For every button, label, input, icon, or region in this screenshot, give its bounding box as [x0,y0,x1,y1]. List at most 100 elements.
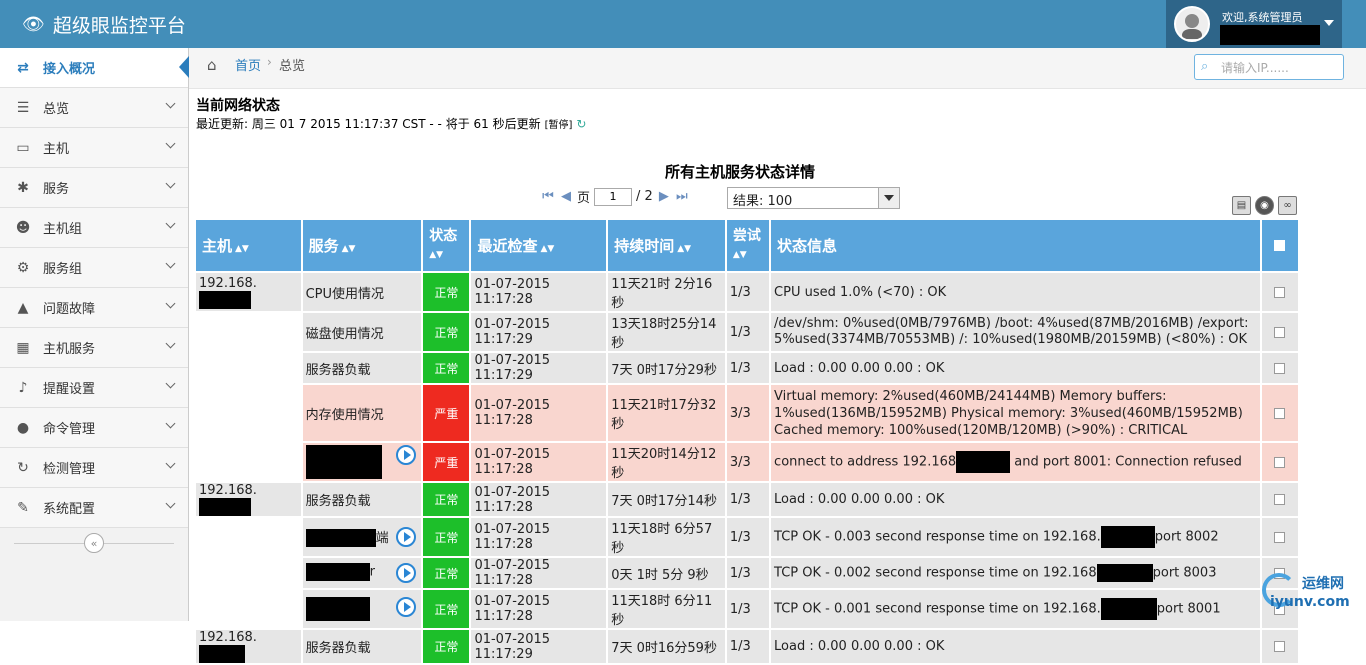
play-icon[interactable] [396,563,417,583]
warning-icon: ▲ [17,299,29,316]
service-cell[interactable]: 服务器负载 [302,630,422,663]
row-checkbox[interactable] [1261,483,1298,516]
ip-search-input[interactable] [1219,58,1341,78]
sidebar-item-alerts[interactable]: ♪ 提醒设置 [0,368,188,408]
host-cell[interactable]: 192.168. [196,630,301,663]
row-checkbox[interactable] [1261,353,1298,383]
prev-page-icon[interactable]: ◀ [559,189,573,204]
host-cell[interactable]: 192.168. [196,483,301,516]
duration-cell: 11天21时17分32秒 [608,385,725,441]
service-cell[interactable]: 端 [302,518,422,556]
col-last-check[interactable]: 最近检查 ▲▼ [471,220,607,271]
row-checkbox[interactable] [1261,313,1298,351]
play-icon[interactable] [396,445,417,465]
row-checkbox[interactable] [1261,385,1298,441]
sidebar-item-service-groups[interactable]: ⚙ 服务组 [0,248,188,288]
col-service[interactable]: 服务 ▲▼ [302,220,422,271]
attempt-cell: 1/3 [726,353,770,383]
brand[interactable]: 👁 超级眼监控平台 [22,11,186,38]
play-icon[interactable] [396,597,417,617]
select-all-checkbox[interactable] [1261,220,1298,271]
host-cell [196,353,301,383]
col-status[interactable]: 状态 ▲▼ [423,220,470,271]
status-info-cell: Virtual memory: 2%used(460MB/24144MB) Me… [771,385,1260,441]
first-page-icon[interactable]: ⏮ [541,189,555,204]
table-row: 服务器负载 正常 01-07-2015 11:17:29 7天 0时17分29秒… [196,353,1298,383]
sidebar-item-system-config[interactable]: ✎ 系统配置 [0,488,188,528]
host-cell[interactable]: 192.168. [196,273,301,311]
sidebar-item-commands[interactable]: ● 命令管理 [0,408,188,448]
last-check-cell: 01-07-2015 11:17:28 [471,558,607,588]
host-cell [196,313,301,351]
sidebar-item-overview[interactable]: ☰ 总览 [0,88,188,128]
col-host[interactable]: 主机 ▲▼ [196,220,301,271]
status-info-cell: connect to address 192.168 and port 8001… [771,443,1260,481]
sidebar-item-host-services[interactable]: ▦ 主机服务 [0,328,188,368]
play-icon[interactable] [396,526,417,547]
service-cell[interactable]: 磁盘使用情况 [302,313,422,351]
refresh-icon[interactable]: ↻ [576,117,586,131]
username-redacted [1220,25,1320,45]
search-box[interactable]: ⌕ [1194,54,1344,80]
col-duration[interactable]: 持续时间 ▲▼ [608,220,725,271]
service-cell[interactable]: 内存使用情况 [302,385,422,441]
sort-icon: ▲▼ [235,244,249,254]
collapse-sidebar-button[interactable]: « [84,533,104,553]
caret-down-icon[interactable] [1324,20,1334,26]
results-per-page-select[interactable]: 结果: 100 [727,187,900,209]
page-title: 当前网络状态 [196,98,280,114]
sidebar-item-problems[interactable]: ▲ 问题故障 [0,288,188,328]
service-cell[interactable]: r [302,558,422,588]
table-row: 192.168. CPU使用情况 正常 01-07-2015 11:17:28 … [196,273,1298,311]
col-attempt[interactable]: 尝试 ▲▼ [726,220,770,271]
dropdown-arrow-icon[interactable] [878,188,899,208]
last-check-cell: 01-07-2015 11:17:28 [471,385,607,441]
status-badge: 正常 [423,630,470,663]
sidebar-item-services[interactable]: ✱ 服务 [0,168,188,208]
last-page-icon[interactable]: ⏭ [675,189,689,204]
attempt-cell: 1/3 [726,273,770,311]
last-update-text: 最近更新: 周三 01 7 2015 11:17:37 CST - - 将于 6… [196,117,541,131]
sidebar-item-label: 问题故障 [43,302,96,317]
chevron-down-icon [165,378,176,389]
last-check-cell: 01-07-2015 11:17:28 [471,483,607,516]
link-icon[interactable]: ∞ [1278,196,1297,215]
sidebar-item-label: 主机服务 [43,342,96,357]
csv-icon[interactable]: ▤ [1232,196,1251,215]
home-icon[interactable]: ⌂ [207,56,217,74]
service-cell[interactable]: 服务器负载 [302,353,422,383]
status-badge: 正常 [423,353,470,383]
row-checkbox[interactable] [1261,630,1298,663]
table-row: 正常 01-07-2015 11:17:28 11天18时 6分11秒 1/3 … [196,590,1298,628]
export-icon[interactable]: ◉ [1255,196,1274,215]
breadcrumb-home-link[interactable]: 首页 [235,55,261,74]
chevron-down-icon [165,258,176,269]
next-page-icon[interactable]: ▶ [657,189,671,204]
row-checkbox[interactable] [1261,443,1298,481]
search-icon: ⌕ [1201,59,1209,74]
duration-cell: 11天18时 6分11秒 [608,590,725,628]
service-cell[interactable]: 服务器负载 [302,483,422,516]
service-cell[interactable]: CPU使用情况 [302,273,422,311]
page-number-input[interactable] [594,187,633,206]
status-info-cell: Load : 0.00 0.00 0.00 : OK [771,353,1260,383]
last-check-cell: 01-07-2015 11:17:29 [471,630,607,663]
host-cell [196,443,301,481]
sidebar-item-checks[interactable]: ↻ 检测管理 [0,448,188,488]
row-checkbox[interactable] [1261,518,1298,556]
sidebar-item-host-groups[interactable]: ☻ 主机组 [0,208,188,248]
sidebar-item-hosts[interactable]: ▭ 主机 [0,128,188,168]
status-badge: 严重 [423,443,470,481]
table-row: 磁盘使用情况 正常 01-07-2015 11:17:29 13天18时25分1… [196,313,1298,351]
pause-link[interactable]: [暂停] [545,116,573,131]
wrench-icon: ✎ [17,499,29,516]
sidebar-item-access-overview[interactable]: ⇄ 接入概况 [0,48,189,88]
service-cell[interactable] [302,443,422,481]
row-checkbox[interactable] [1261,273,1298,311]
duration-cell: 11天18时 6分57秒 [608,518,725,556]
service-cell[interactable] [302,590,422,628]
watermark-logo: 运维网 iyunv.com [1262,573,1362,615]
last-check-cell: 01-07-2015 11:17:28 [471,443,607,481]
list-icon: ☰ [16,99,30,116]
user-menu[interactable]: 欢迎,系统管理员 [1166,0,1342,48]
